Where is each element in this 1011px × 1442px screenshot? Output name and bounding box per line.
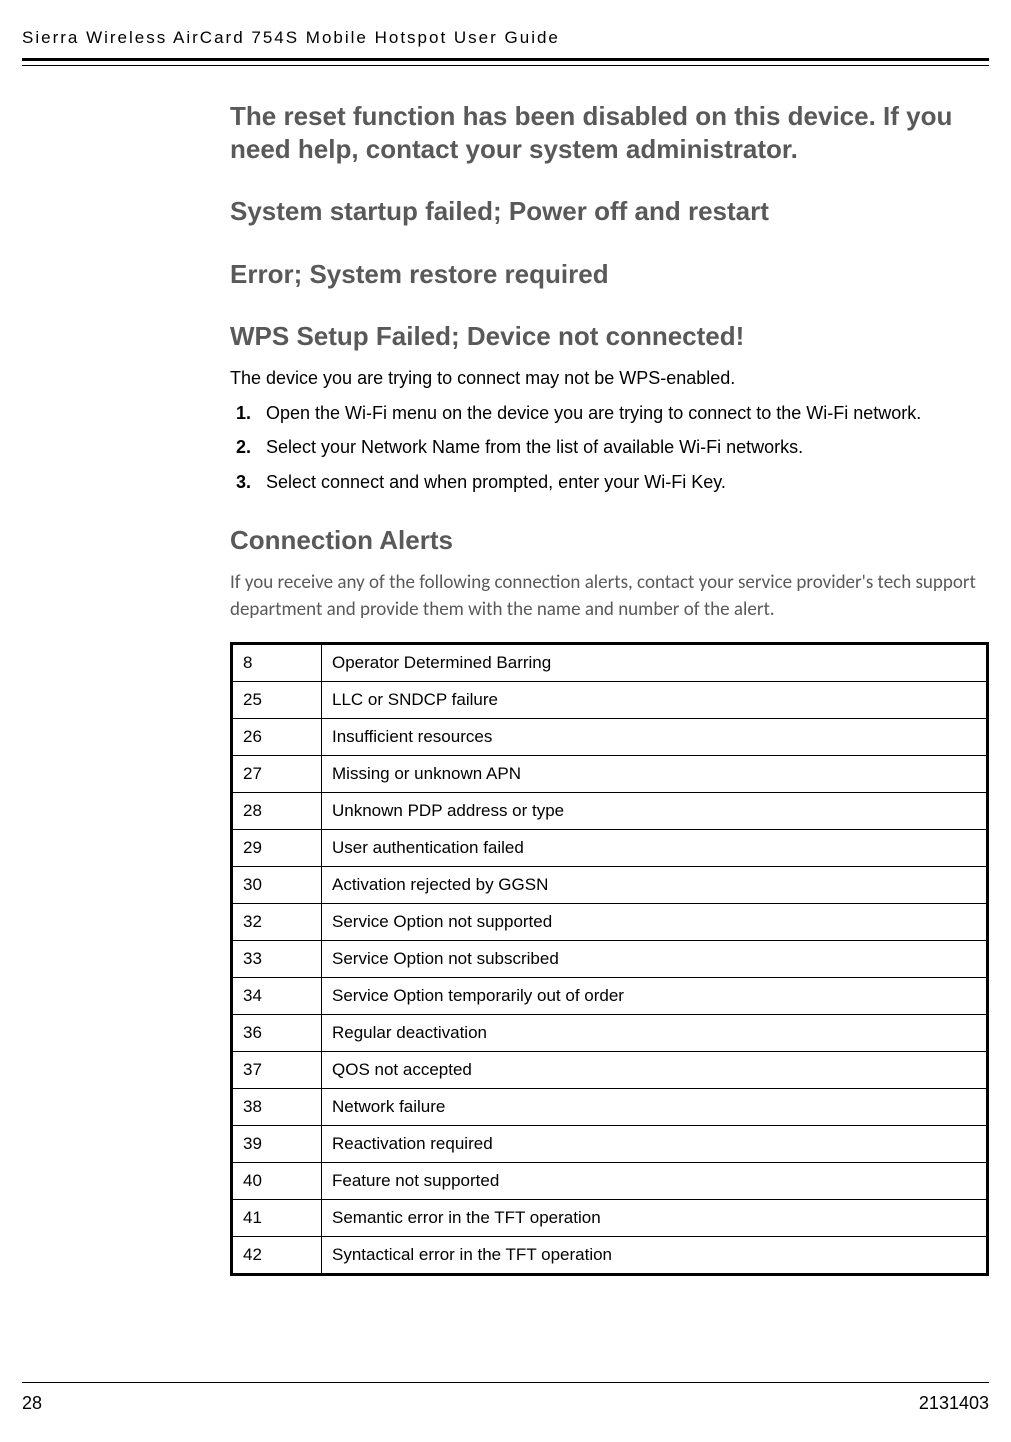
wps-intro: The device you are trying to connect may…: [230, 367, 989, 390]
wps-steps: Open the Wi-Fi menu on the device you ar…: [256, 401, 989, 494]
table-row: 26Insufficient resources: [232, 718, 988, 755]
table-row: 38Network failure: [232, 1088, 988, 1125]
running-head: Sierra Wireless AirCard 754S Mobile Hots…: [0, 0, 1011, 58]
alert-num: 34: [232, 977, 322, 1014]
table-row: 40Feature not supported: [232, 1162, 988, 1199]
connection-alerts-tbody: 8Operator Determined Barring 25LLC or SN…: [232, 643, 988, 1274]
page-number: 28: [22, 1393, 42, 1414]
alert-desc: Regular deactivation: [322, 1014, 988, 1051]
alert-num: 29: [232, 829, 322, 866]
doc-number: 2131403: [919, 1393, 989, 1414]
alert-desc: Insufficient resources: [322, 718, 988, 755]
alert-desc: Service Option not subscribed: [322, 940, 988, 977]
alert-num: 27: [232, 755, 322, 792]
table-row: 41Semantic error in the TFT operation: [232, 1199, 988, 1236]
table-row: 42Syntactical error in the TFT operation: [232, 1236, 988, 1274]
connection-alerts-intro: If you receive any of the following conn…: [230, 570, 989, 623]
alert-desc: Unknown PDP address or type: [322, 792, 988, 829]
footer-rule: [22, 1382, 989, 1383]
alert-desc: Missing or unknown APN: [322, 755, 988, 792]
alert-desc: QOS not accepted: [322, 1051, 988, 1088]
table-row: 27Missing or unknown APN: [232, 755, 988, 792]
table-row: 28Unknown PDP address or type: [232, 792, 988, 829]
alert-num: 30: [232, 866, 322, 903]
alert-desc: Reactivation required: [322, 1125, 988, 1162]
alert-desc: Semantic error in the TFT operation: [322, 1199, 988, 1236]
table-row: 37QOS not accepted: [232, 1051, 988, 1088]
header-rule-thin: [22, 65, 989, 66]
alert-num: 36: [232, 1014, 322, 1051]
alert-desc: LLC or SNDCP failure: [322, 681, 988, 718]
wps-step-3: Select connect and when prompted, enter …: [256, 470, 989, 494]
alert-num: 32: [232, 903, 322, 940]
table-row: 29User authentication failed: [232, 829, 988, 866]
table-row: 33Service Option not subscribed: [232, 940, 988, 977]
alert-desc: Syntactical error in the TFT operation: [322, 1236, 988, 1274]
alert-desc: Activation rejected by GGSN: [322, 866, 988, 903]
table-row: 30Activation rejected by GGSN: [232, 866, 988, 903]
page: Sierra Wireless AirCard 754S Mobile Hots…: [0, 0, 1011, 1442]
content: The reset function has been disabled on …: [230, 100, 989, 1276]
alert-desc: Service Option not supported: [322, 903, 988, 940]
alert-desc: Network failure: [322, 1088, 988, 1125]
footer: 28 2131403: [22, 1382, 989, 1414]
table-row: 39Reactivation required: [232, 1125, 988, 1162]
heading-system-restore: Error; System restore required: [230, 258, 989, 291]
alert-num: 26: [232, 718, 322, 755]
alert-num: 8: [232, 643, 322, 681]
table-row: 36Regular deactivation: [232, 1014, 988, 1051]
table-row: 32Service Option not supported: [232, 903, 988, 940]
header-rules: [22, 58, 989, 66]
alert-num: 39: [232, 1125, 322, 1162]
wps-step-2: Select your Network Name from the list o…: [256, 435, 989, 459]
connection-alerts-table: 8Operator Determined Barring 25LLC or SN…: [230, 642, 989, 1276]
alert-num: 38: [232, 1088, 322, 1125]
footer-row: 28 2131403: [22, 1393, 989, 1414]
alert-num: 33: [232, 940, 322, 977]
table-row: 34Service Option temporarily out of orde…: [232, 977, 988, 1014]
alert-num: 42: [232, 1236, 322, 1274]
table-row: 8Operator Determined Barring: [232, 643, 988, 681]
alert-desc: User authentication failed: [322, 829, 988, 866]
wps-step-1: Open the Wi-Fi menu on the device you ar…: [256, 401, 989, 425]
heading-startup-failed: System startup failed; Power off and res…: [230, 195, 989, 228]
heading-wps-failed: WPS Setup Failed; Device not connected!: [230, 320, 989, 353]
alert-num: 40: [232, 1162, 322, 1199]
alert-desc: Operator Determined Barring: [322, 643, 988, 681]
alert-num: 41: [232, 1199, 322, 1236]
heading-connection-alerts: Connection Alerts: [230, 524, 989, 557]
alert-num: 28: [232, 792, 322, 829]
heading-reset-disabled: The reset function has been disabled on …: [230, 100, 989, 165]
alert-num: 25: [232, 681, 322, 718]
alert-num: 37: [232, 1051, 322, 1088]
alert-desc: Feature not supported: [322, 1162, 988, 1199]
header-rule-thick: [22, 58, 989, 61]
table-row: 25LLC or SNDCP failure: [232, 681, 988, 718]
alert-desc: Service Option temporarily out of order: [322, 977, 988, 1014]
